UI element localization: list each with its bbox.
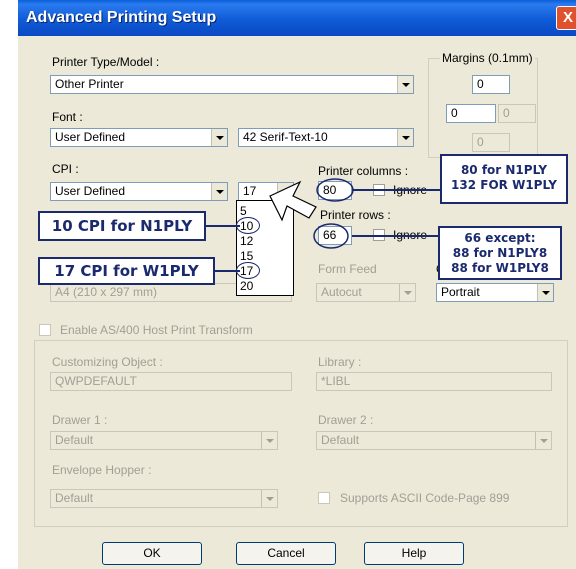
callout-columns-line2: 132 FOR W1PLY [451,178,557,192]
callout-cpi-n1ply: 10 CPI for N1PLY [38,211,206,241]
callout-columns-line1: 80 for N1PLY [460,163,548,177]
callout-rows-line2: 88 for N1PLY8 [452,246,548,260]
pointer-arrow-icon [269,180,317,222]
callout-rows-line1: 66 except: [464,231,536,245]
callout-cpi-w1ply: 17 CPI for W1PLY [38,257,215,285]
callout-rows: 66 except: 88 for N1PLY8 88 for W1PLY8 [438,226,562,280]
callout-columns: 80 for N1PLY 132 FOR W1PLY [440,154,568,204]
columns-highlight-circle [316,178,354,202]
rows-highlight-circle [313,223,349,249]
callout-rows-line3: 88 for W1PLY8 [451,261,549,275]
